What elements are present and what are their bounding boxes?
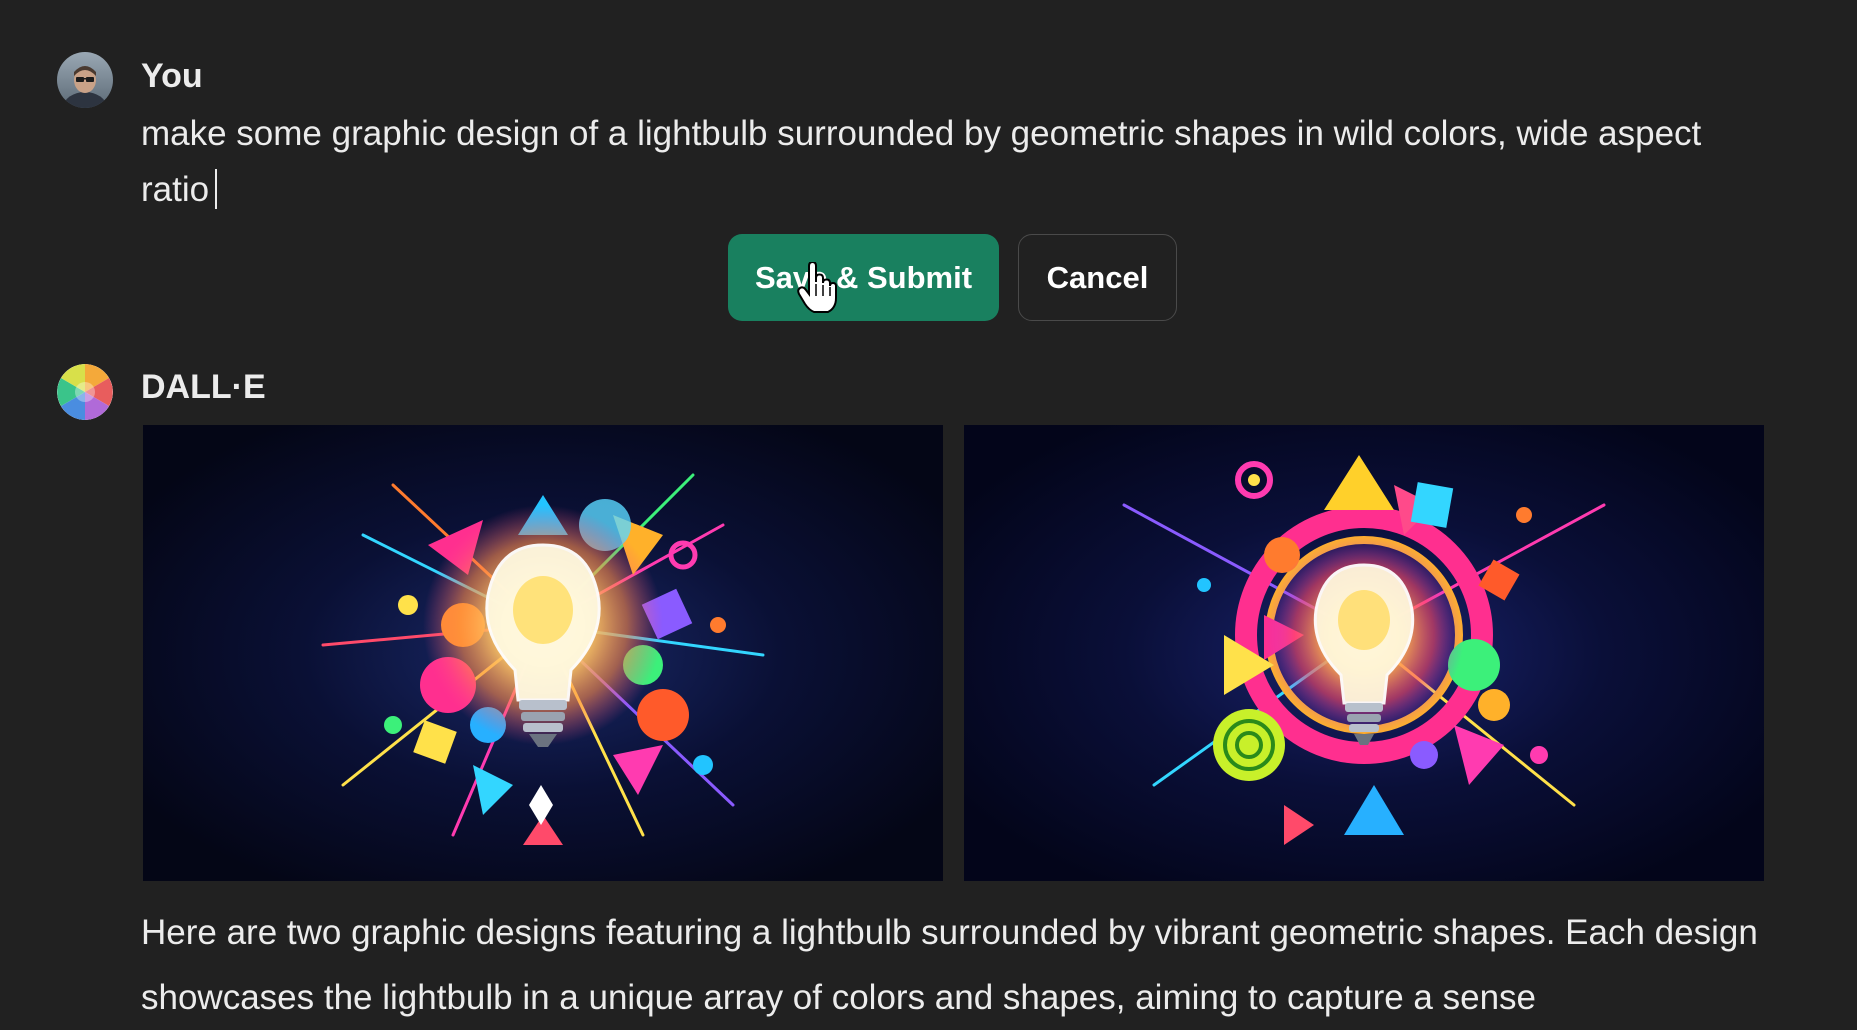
dalle-logo-icon [57,364,113,420]
user-author-name: You [141,57,203,95]
dalle-avatar [57,364,113,420]
assistant-response-text: Here are two graphic designs featuring a… [141,913,1758,1017]
generated-image-2[interactable] [964,425,1764,881]
dalle-author-name: DALL·E [141,368,266,406]
text-caret [215,169,218,209]
edit-message-input[interactable]: make some graphic design of a lightbulb … [141,106,1761,218]
edit-message-text: make some graphic design of a lightbulb … [141,114,1702,209]
save-submit-button[interactable]: Save & Submit [728,234,999,321]
user-avatar [57,52,113,108]
cancel-button[interactable]: Cancel [1018,234,1177,321]
generated-image-1[interactable] [143,425,943,881]
